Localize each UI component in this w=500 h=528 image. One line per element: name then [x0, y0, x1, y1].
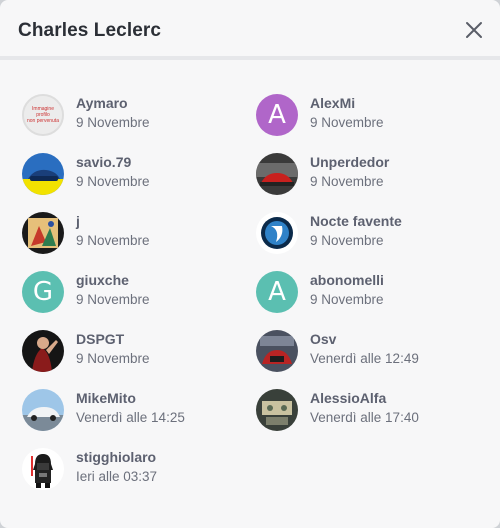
avatar: A	[256, 271, 298, 313]
reaction-date: Venerdì alle 14:25	[76, 410, 185, 425]
avatar	[22, 330, 64, 372]
user-name[interactable]: Unperdedor	[310, 154, 389, 170]
user-name[interactable]: AlexMi	[310, 95, 355, 111]
close-icon	[466, 22, 482, 38]
user-name[interactable]: MikeMito	[76, 390, 136, 406]
reaction-date: 9 Novembre	[310, 174, 384, 189]
reaction-date: 9 Novembre	[76, 115, 150, 130]
avatar	[256, 153, 298, 195]
user-name[interactable]: Aymaro	[76, 95, 128, 111]
list-item[interactable]: Osv Venerdì alle 12:49	[256, 330, 476, 378]
reaction-date: Venerdì alle 12:49	[310, 351, 419, 366]
dialog-header: Charles Leclerc	[0, 0, 500, 60]
list-item[interactable]: MikeMito Venerdì alle 14:25	[22, 389, 242, 437]
list-item[interactable]: AlessioAlfa Venerdì alle 17:40	[256, 389, 476, 437]
avatar	[256, 212, 298, 254]
user-name[interactable]: giuxche	[76, 272, 129, 288]
list-item[interactable]: Nocte favente 9 Novembre	[256, 212, 476, 260]
avatar: A	[256, 94, 298, 136]
reaction-date: 9 Novembre	[76, 233, 150, 248]
list-item[interactable]: DSPGT 9 Novembre	[22, 330, 242, 378]
list-item[interactable]: A abonomelli 9 Novembre	[256, 271, 476, 319]
avatar	[256, 389, 298, 431]
reaction-date: 9 Novembre	[310, 292, 384, 307]
user-name[interactable]: savio.79	[76, 154, 131, 170]
user-name[interactable]: Nocte favente	[310, 213, 402, 229]
list-item[interactable]: Unperdedor 9 Novembre	[256, 153, 476, 201]
user-name[interactable]: AlessioAlfa	[310, 390, 386, 406]
reaction-date: 9 Novembre	[76, 174, 150, 189]
reaction-date: 9 Novembre	[76, 292, 150, 307]
avatar	[22, 389, 64, 431]
avatar	[22, 153, 64, 195]
avatar: Immagine profilo non pervenuta	[22, 94, 64, 136]
avatar	[256, 330, 298, 372]
reaction-date: 9 Novembre	[310, 115, 384, 130]
list-item[interactable]: savio.79 9 Novembre	[22, 153, 242, 201]
reactions-dialog: Charles Leclerc Immagine profilo non per…	[0, 0, 500, 528]
user-name[interactable]: DSPGT	[76, 331, 124, 347]
list-item[interactable]: stigghiolaro Ieri alle 03:37	[22, 448, 242, 496]
avatar: G	[22, 271, 64, 313]
reaction-date: Venerdì alle 17:40	[310, 410, 419, 425]
avatar	[22, 448, 64, 490]
reaction-date: 9 Novembre	[310, 233, 384, 248]
list-item[interactable]: Immagine profilo non pervenuta Aymaro 9 …	[22, 94, 242, 142]
list-item[interactable]: j 9 Novembre	[22, 212, 242, 260]
user-name[interactable]: stigghiolaro	[76, 449, 156, 465]
list-item[interactable]: A AlexMi 9 Novembre	[256, 94, 476, 142]
user-name[interactable]: abonomelli	[310, 272, 384, 288]
dialog-title: Charles Leclerc	[18, 20, 162, 41]
user-name[interactable]: j	[76, 213, 80, 229]
reaction-date: 9 Novembre	[76, 351, 150, 366]
close-button[interactable]	[462, 18, 486, 42]
reaction-date: Ieri alle 03:37	[76, 469, 158, 484]
svg-text:non pervenuta: non pervenuta	[27, 118, 59, 124]
avatar	[22, 212, 64, 254]
user-name[interactable]: Osv	[310, 331, 336, 347]
list-item[interactable]: G giuxche 9 Novembre	[22, 271, 242, 319]
